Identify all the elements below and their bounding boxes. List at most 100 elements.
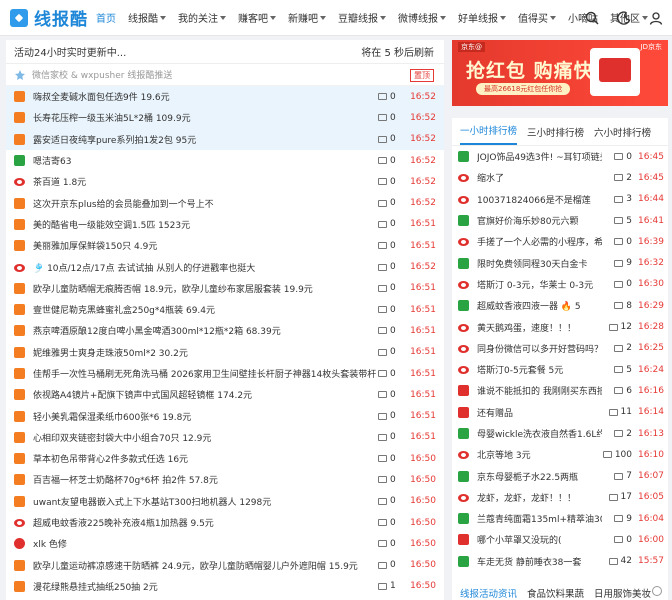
feed-item-title[interactable]: 燕京啤酒原酿12度白啤小黑金啤酒300ml*12瓶*2箱 68.39元 (33, 324, 378, 337)
feed-item-title[interactable]: 嗯洁寄63 (33, 154, 378, 167)
feed-item-title[interactable]: 🎐 10点/12点/17点 去试试抽 从别人的仔进戳率也挺大 (33, 261, 378, 274)
feed-row[interactable]: 佳帮手一次性马桶刷无死角洗马桶 2026家用卫生间壁挂长杆厨子神器14枚头套装带… (6, 363, 444, 384)
feed-row[interactable]: 草本初色吊带背心2件多款式任选 16元 0 16:50 (6, 448, 444, 469)
jd-red-packet-banner[interactable]: 京东@ 抢红包 购痛快! 最高26618元红包任你抢 JD京东 (452, 40, 668, 106)
rank-tab[interactable]: 一小时排行榜 (460, 123, 518, 145)
feed-row[interactable]: 妮维雅男士爽身走珠液50ml*2 30.2元 0 16:51 (6, 342, 444, 363)
category-tab[interactable]: 线报活动资讯 (460, 586, 517, 600)
user-avatar-icon[interactable] (640, 0, 672, 36)
rank-row[interactable]: 车走无货 静前睡衣38一套 42 15:57 (452, 551, 668, 572)
rank-item-title[interactable]: 谁说不能抵扣的 我刚刚买东西抵扣了 (477, 384, 602, 397)
rank-row[interactable]: 100371824066是不是榴莲 3 16:44 (452, 189, 668, 210)
nav-item[interactable]: 我的关注 (178, 10, 226, 25)
rank-row[interactable]: 哪个小苹罩又没玩的(0 16:00 (452, 529, 668, 550)
feed-row[interactable]: 露安适日夜纯享pure系列拍1发2包 95元 0 16:52 (6, 128, 444, 150)
rank-item-title[interactable]: 超威蚊香液四液一器 🔥 5 (477, 299, 602, 312)
feed-item-title[interactable]: 佳帮手一次性马桶刷无死角洗马桶 2026家用卫生间壁挂长杆厨子神器14枚头套装带… (33, 367, 378, 380)
feed-item-title[interactable]: 草本初色吊带背心2件多款式任选 16元 (33, 452, 378, 465)
rank-item-title[interactable]: 塔斯汀0-5元套餐 5元 (477, 363, 602, 376)
rank-item-title[interactable]: 塔斯汀 0-3元，华莱士 0-3元 (477, 278, 602, 291)
rank-row[interactable]: 塔斯汀 0-3元，华莱士 0-3元 0 16:30 (452, 274, 668, 295)
rank-item-title[interactable]: 母婴wickle洗衣液自然香1.6L约23... (477, 427, 602, 440)
rank-item-title[interactable]: 手搓了一个人必需的小程序，希... (477, 235, 602, 248)
info-icon[interactable] (652, 586, 662, 596)
feed-item-title[interactable]: uwant友望电器嵌入式上下水基站T300扫地机器人 1298元 (33, 495, 378, 508)
rank-row[interactable]: JOJO饰品49选3件! ~耳钉项链头饰 0 16:45 (452, 146, 668, 167)
feed-row[interactable]: 心相印双夹链密封袋大中小组合70只 12.9元 0 16:51 (6, 427, 444, 448)
feed-row[interactable]: 欧孕儿童防晒帽无痕腾否帽 18.9元，欧孕儿童纱布家居服套装 19.9元 0 16:… (6, 278, 444, 299)
rank-row[interactable]: 手搓了一个人必需的小程序，希... 0 16:39 (452, 231, 668, 252)
rank-item-title[interactable]: 还有赠品 (477, 406, 602, 419)
feed-item-title[interactable]: 壹世健尼勒克黑蜂蜜礼盒250g*4瓶装 69.4元 (33, 303, 378, 316)
feed-row[interactable]: 轻小美乳霜保湿柔纸巾600张*6 19.8元 0 16:51 (6, 405, 444, 426)
feed-row[interactable]: 美丽雅加厚保鲜袋150只 4.9元 0 16:51 (6, 235, 444, 256)
feed-item-title[interactable]: 欧孕儿童运动裤凉感速干防晒裤 24.9元，欧孕儿童防晒帽婴儿户外遮阳帽 15.9… (33, 559, 378, 572)
rank-tab[interactable]: 六小时排行榜 (594, 125, 651, 145)
category-tab[interactable]: 日用服饰美妆 (594, 586, 651, 600)
feed-row[interactable]: uwant友望电器嵌入式上下水基站T300扫地机器人 1298元 0 16:50 (6, 491, 444, 512)
feed-item-title[interactable]: 美丽雅加厚保鲜袋150只 4.9元 (33, 239, 378, 252)
rank-item-title[interactable]: 兰蔻青纯面霜135ml+精萃油30ml ... (477, 512, 602, 525)
feed-item-title[interactable]: 美的酷省电一级能效空调1.5匹 1523元 (33, 218, 378, 231)
feed-item-title[interactable]: 超威电蚊香液225晚补充液4瓶1加热器 9.5元 (33, 516, 378, 529)
nav-item[interactable]: 赚客吧 (238, 10, 276, 25)
feed-item-title[interactable]: 露安适日夜纯享pure系列拍1发2包 95元 (33, 133, 378, 146)
rank-item-title[interactable]: 哪个小苹罩又没玩的( (477, 533, 602, 546)
feed-row[interactable]: 嗯洁寄63 0 16:52 (6, 150, 444, 171)
rank-row[interactable]: 北京等地 3元 100 16:10 (452, 444, 668, 465)
nav-item[interactable]: 线报酷 (128, 10, 166, 25)
feed-item-title[interactable]: 轻小美乳霜保湿柔纸巾600张*6 19.8元 (33, 410, 378, 423)
rank-row[interactable]: 兰蔻青纯面霜135ml+精萃油30ml ... 9 16:04 (452, 508, 668, 529)
feed-item-title[interactable]: xlk 色修 (33, 537, 378, 550)
feed-row[interactable]: 长寿花压榨一级玉米油5L*2桶 109.9元 0 16:52 (6, 107, 444, 129)
pin-top-button[interactable]: 置顶 (410, 69, 434, 82)
rank-row[interactable]: 谁说不能抵扣的 我刚刚买东西抵扣了 6 16:16 (452, 380, 668, 401)
dark-mode-moon-icon[interactable] (608, 0, 640, 36)
rank-row[interactable]: 黄天鹅鸡蛋，速度！！！ 12 16:28 (452, 316, 668, 337)
feed-item-title[interactable]: 欧孕儿童防晒帽无痕腾否帽 18.9元，欧孕儿童纱布家居服套装 19.9元 (33, 282, 378, 295)
feed-row[interactable]: 漫花绿熊悬挂式抽纸250抽 2元 1 16:50 (6, 576, 444, 597)
rank-item-title[interactable]: 同身份微信可以多开好营码吗？兄... (477, 342, 602, 355)
rank-row[interactable]: 龙虾，龙虾，龙虾！！！ 17 16:05 (452, 487, 668, 508)
rank-item-title[interactable]: 北京等地 3元 (477, 448, 602, 461)
rank-item-title[interactable]: 100371824066是不是榴莲 (477, 193, 602, 206)
rank-item-title[interactable]: 车走无货 静前睡衣38一套 (477, 555, 602, 568)
nav-item[interactable]: 豆瓣线报 (338, 10, 386, 25)
rank-item-title[interactable]: 黄天鹅鸡蛋，速度！！！ (477, 321, 602, 334)
rank-item-title[interactable]: 缩水了 (477, 171, 602, 184)
rank-row[interactable]: 还有赠品 11 16:14 (452, 402, 668, 423)
category-tab[interactable]: 食品饮料果蔬 (527, 586, 584, 600)
feed-row[interactable]: 美的酷省电一级能效空调1.5匹 1523元 0 16:51 (6, 214, 444, 235)
feed-row[interactable]: 百吉福一杯芝士奶酪杯70g*6杯 拍2件 57.8元 0 16:50 (6, 469, 444, 490)
rank-item-title[interactable]: 限时免费领同程30天白金卡 (477, 257, 602, 270)
nav-item[interactable]: 好单线报 (458, 10, 506, 25)
rank-row[interactable]: 超威蚊香液四液一器 🔥 5 8 16:29 (452, 295, 668, 316)
nav-item[interactable]: 首页 (96, 10, 116, 25)
rank-row[interactable]: 限时免费领同程30天白金卡 9 16:32 (452, 252, 668, 273)
rank-row[interactable]: 母婴wickle洗衣液自然香1.6L约23... 2 16:13 (452, 423, 668, 444)
wechat-push-notice[interactable]: 微信家校 & wxpusher 线报酷推送 置顶 (6, 64, 444, 86)
search-icon[interactable] (576, 0, 608, 36)
feed-row[interactable]: 欧孕儿童运动裤凉感速干防晒裤 24.9元，欧孕儿童防晒帽婴儿户外遮阳帽 15.9… (6, 555, 444, 576)
feed-item-title[interactable]: 漫花绿熊悬挂式抽纸250抽 2元 (33, 580, 378, 593)
nav-item[interactable]: 值得买 (518, 10, 556, 25)
feed-row[interactable]: 超威电蚊香液225晚补充液4瓶1加热器 9.5元 0 16:50 (6, 512, 444, 533)
site-logo[interactable]: 线报酷 (10, 5, 96, 30)
feed-row[interactable]: 这次开京东plus给的会员能叠加到一个号上不 0 16:52 (6, 192, 444, 213)
rank-row[interactable]: 京东母婴栀子水22.5两瓶 7 16:07 (452, 465, 668, 486)
feed-row[interactable]: 嗨叔全麦碱水面包任选9件 19.6元 0 16:52 (6, 86, 444, 108)
rank-row[interactable]: 官旗好价海乐妙80元六颗 5 16:41 (452, 210, 668, 231)
feed-row[interactable]: 🎐 10点/12点/17点 去试试抽 从别人的仔进戳率也挺大 0 16:52 (6, 256, 444, 277)
rank-item-title[interactable]: 官旗好价海乐妙80元六颗 (477, 214, 602, 227)
nav-item[interactable]: 新赚吧 (288, 10, 326, 25)
rank-item-title[interactable]: 京东母婴栀子水22.5两瓶 (477, 470, 602, 483)
rank-row[interactable]: 塔斯汀0-5元套餐 5元 5 16:24 (452, 359, 668, 380)
feed-item-title[interactable]: 这次开京东plus给的会员能叠加到一个号上不 (33, 197, 378, 210)
feed-item-title[interactable]: 心相印双夹链密封袋大中小组合70只 12.9元 (33, 431, 378, 444)
feed-row[interactable]: 壹世健尼勒克黑蜂蜜礼盒250g*4瓶装 69.4元 0 16:51 (6, 299, 444, 320)
rank-item-title[interactable]: JOJO饰品49选3件! ~耳钉项链头饰 (477, 150, 602, 163)
feed-row[interactable]: xlk 色修 0 16:50 (6, 533, 444, 554)
feed-item-title[interactable]: 百吉福一杯芝士奶酪杯70g*6杯 拍2件 57.8元 (33, 473, 378, 486)
rank-tab[interactable]: 三小时排行榜 (527, 125, 584, 145)
rank-row[interactable]: 缩水了 2 16:45 (452, 167, 668, 188)
